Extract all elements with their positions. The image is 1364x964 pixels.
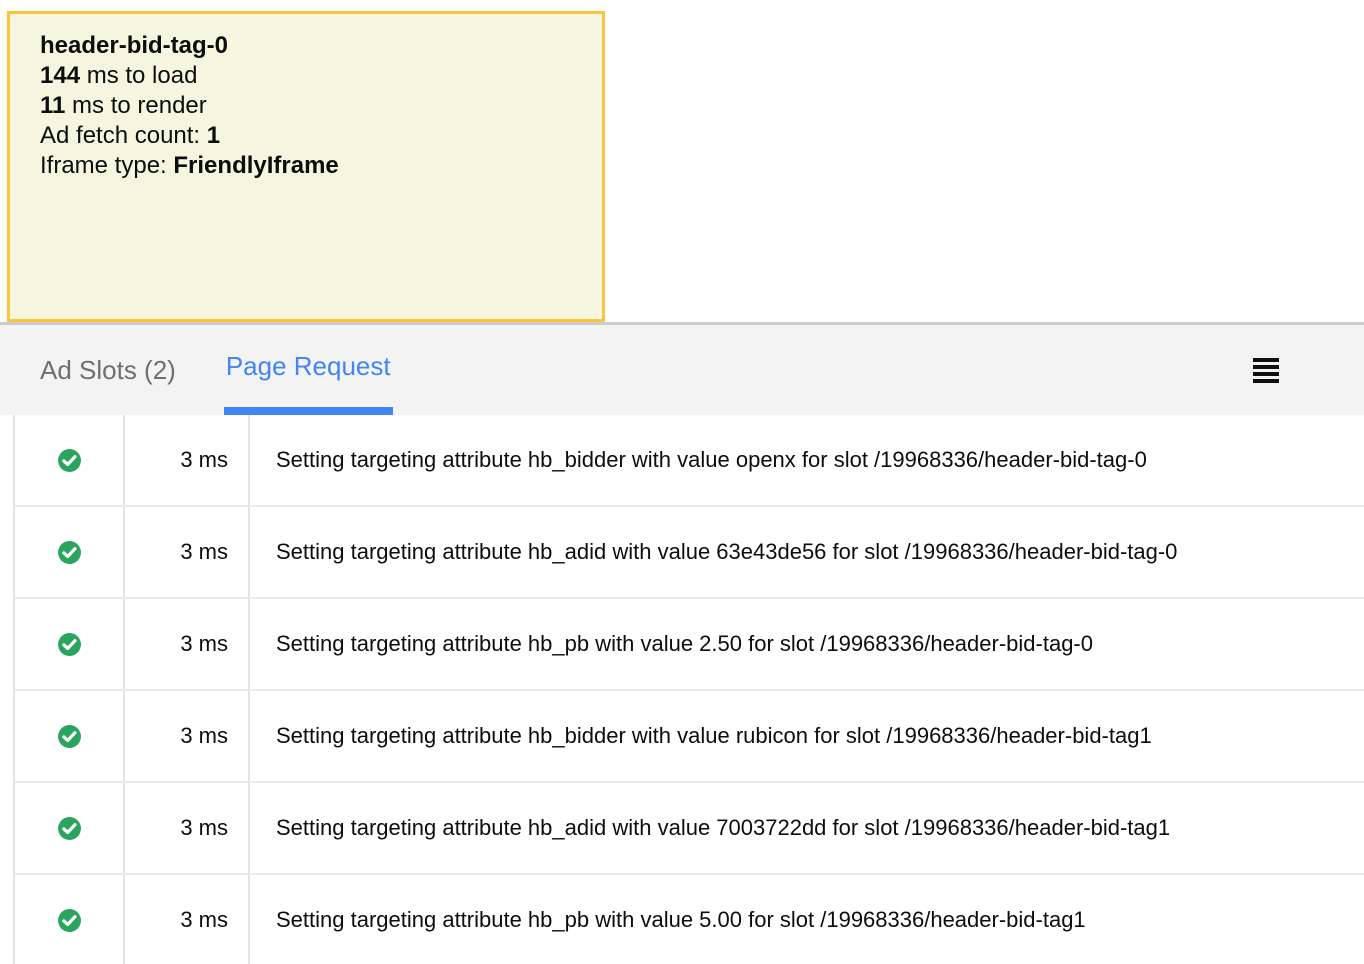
log-message: Setting targeting attribute hb_adid with… bbox=[250, 507, 1364, 597]
log-row: 3 ms Setting targeting attribute hb_pb w… bbox=[15, 599, 1364, 691]
fetch-count-line: Ad fetch count: 1 bbox=[40, 121, 572, 151]
log-row: 3 ms Setting targeting attribute hb_adid… bbox=[15, 783, 1364, 875]
status-cell bbox=[15, 691, 125, 781]
iframe-type-line: Iframe type: FriendlyIframe bbox=[40, 151, 572, 181]
log-row: 3 ms Setting targeting attribute hb_bidd… bbox=[15, 415, 1364, 507]
log-message: Setting targeting attribute hb_adid with… bbox=[250, 783, 1364, 873]
log-time: 3 ms bbox=[125, 691, 250, 781]
page-request-log[interactable]: 3 ms Setting targeting attribute hb_bidd… bbox=[13, 415, 1364, 964]
check-circle-icon bbox=[57, 908, 82, 933]
log-row: 3 ms Setting targeting attribute hb_adid… bbox=[15, 507, 1364, 599]
load-time-value: 144 bbox=[40, 62, 80, 89]
load-time-line: 144 ms to load bbox=[40, 61, 572, 91]
log-message: Setting targeting attribute hb_pb with v… bbox=[250, 875, 1364, 964]
log-time: 3 ms bbox=[125, 415, 250, 505]
status-cell bbox=[15, 783, 125, 873]
check-circle-icon bbox=[57, 816, 82, 841]
log-time: 3 ms bbox=[125, 507, 250, 597]
render-time-line: 11 ms to render bbox=[40, 91, 572, 121]
status-cell bbox=[15, 507, 125, 597]
check-circle-icon bbox=[57, 632, 82, 657]
check-circle-icon bbox=[57, 540, 82, 565]
tab-ad-slots[interactable]: Ad Slots (2) bbox=[38, 325, 178, 415]
load-time-label: ms to load bbox=[80, 62, 197, 89]
ad-slot-title: header-bid-tag-0 bbox=[40, 31, 572, 61]
console-tab-bar: Ad Slots (2) Page Request bbox=[0, 322, 1364, 415]
status-cell bbox=[15, 599, 125, 689]
tab-ad-slots-label: Ad Slots (2) bbox=[40, 355, 176, 386]
render-time-value: 11 bbox=[40, 92, 65, 119]
fetch-count-value: 1 bbox=[207, 122, 220, 149]
menu-icon[interactable] bbox=[1253, 358, 1279, 383]
status-cell bbox=[15, 875, 125, 964]
check-circle-icon bbox=[57, 448, 82, 473]
log-time: 3 ms bbox=[125, 875, 250, 964]
ad-slot-overlay: header-bid-tag-0 144 ms to load 11 ms to… bbox=[7, 11, 605, 322]
log-message: Setting targeting attribute hb_bidder wi… bbox=[250, 691, 1364, 781]
fetch-count-label: Ad fetch count: bbox=[40, 122, 207, 149]
check-circle-icon bbox=[57, 724, 82, 749]
log-row: 3 ms Setting targeting attribute hb_bidd… bbox=[15, 691, 1364, 783]
tab-page-request-label: Page Request bbox=[226, 351, 391, 382]
tab-page-request[interactable]: Page Request bbox=[224, 325, 393, 415]
log-row: 3 ms Setting targeting attribute hb_pb w… bbox=[15, 875, 1364, 964]
log-time: 3 ms bbox=[125, 599, 250, 689]
log-message: Setting targeting attribute hb_bidder wi… bbox=[250, 415, 1364, 505]
log-time: 3 ms bbox=[125, 783, 250, 873]
iframe-type-label: Iframe type: bbox=[40, 152, 173, 179]
status-cell bbox=[15, 415, 125, 505]
iframe-type-value: FriendlyIframe bbox=[173, 152, 338, 179]
ad-slot-name: header-bid-tag-0 bbox=[40, 32, 228, 59]
render-time-label: ms to render bbox=[65, 92, 206, 119]
log-message: Setting targeting attribute hb_pb with v… bbox=[250, 599, 1364, 689]
